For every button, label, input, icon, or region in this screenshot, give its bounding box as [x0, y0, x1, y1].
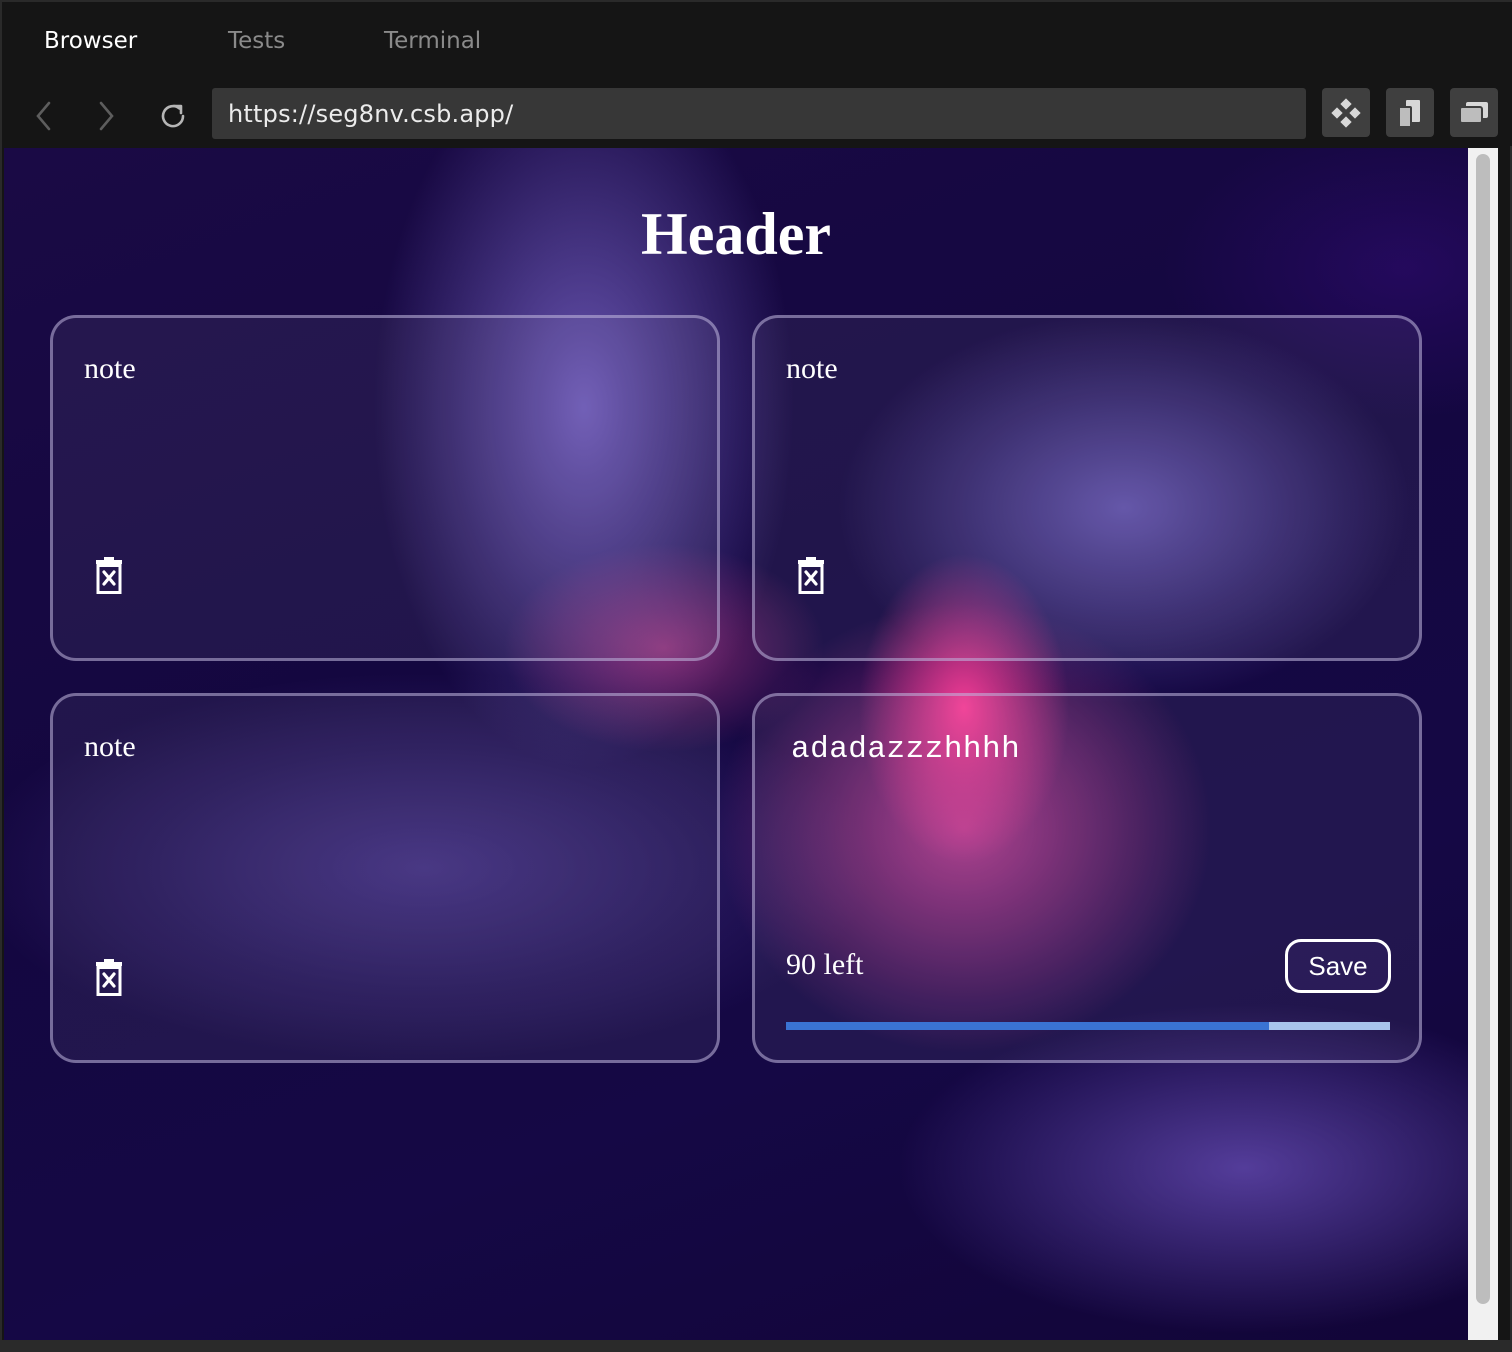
- tab-bar: Browser Tests Terminal: [2, 2, 1512, 82]
- open-window-button[interactable]: [1450, 88, 1498, 137]
- bottom-strip: [2, 1340, 1512, 1352]
- tab-browser[interactable]: Browser: [44, 28, 137, 54]
- chevron-left-icon: [36, 101, 51, 131]
- devtools-button[interactable]: [1322, 88, 1370, 137]
- trash-icon[interactable]: [95, 958, 123, 996]
- chevron-right-icon: [99, 101, 114, 131]
- save-button[interactable]: Save: [1285, 939, 1391, 993]
- back-button[interactable]: [24, 96, 64, 136]
- open-window-icon: [1459, 101, 1488, 124]
- reload-button[interactable]: [153, 96, 193, 136]
- note-card: note: [752, 315, 1422, 661]
- chars-left-counter: 90 left: [786, 948, 864, 981]
- new-note-card: 90 left Save: [752, 693, 1422, 1063]
- note-text: note: [84, 352, 136, 385]
- note-input[interactable]: [791, 732, 1391, 882]
- scrollbar-thumb[interactable]: [1476, 154, 1490, 1304]
- url-text: https://seg8nv.csb.app/: [228, 100, 514, 128]
- tab-tests[interactable]: Tests: [228, 28, 285, 54]
- char-progress-fill: [786, 1022, 1270, 1030]
- split-view-icon: [1398, 99, 1420, 128]
- note-card: note: [50, 693, 720, 1063]
- note-text: note: [786, 352, 838, 385]
- trash-icon[interactable]: [797, 556, 825, 594]
- note-card: note: [50, 315, 720, 661]
- browser-window: Browser Tests Terminal https://seg8nv.cs…: [0, 0, 1512, 1352]
- forward-button[interactable]: [86, 96, 126, 136]
- trash-icon[interactable]: [95, 556, 123, 594]
- devtools-icon: [1331, 97, 1361, 128]
- browser-toolbar: https://seg8nv.csb.app/: [2, 82, 1512, 146]
- tab-terminal[interactable]: Terminal: [384, 28, 481, 54]
- scrollbar[interactable]: [1468, 148, 1498, 1340]
- split-view-button[interactable]: [1386, 88, 1434, 137]
- url-bar[interactable]: https://seg8nv.csb.app/: [212, 88, 1306, 139]
- note-text: note: [84, 730, 136, 763]
- char-progress-bar: [786, 1022, 1390, 1030]
- page-header: Header: [641, 201, 831, 267]
- page-viewport: Header note note note adadazzzhhhh 90 le…: [4, 148, 1468, 1340]
- reload-icon: [161, 104, 185, 128]
